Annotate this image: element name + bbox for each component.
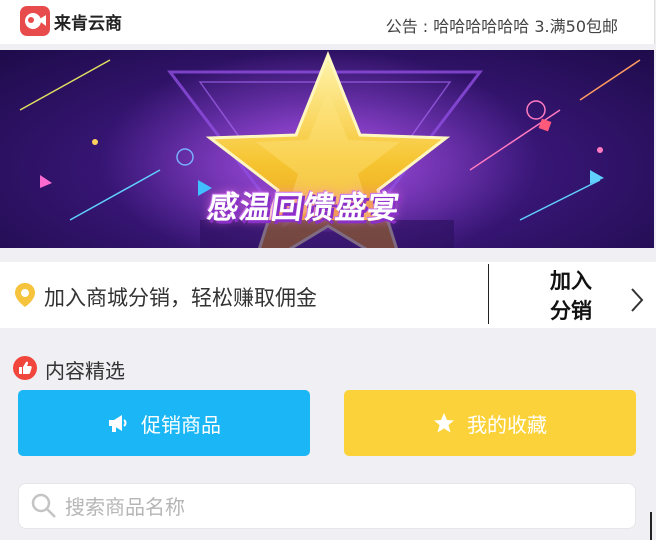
promo-banner[interactable]: 感温回馈盛宴 xyxy=(0,50,654,248)
section-title-curated: 内容精选 xyxy=(45,359,125,383)
search-input[interactable] xyxy=(63,484,627,530)
app-logo-icon xyxy=(20,6,50,36)
join-label-line2: 分销 xyxy=(550,299,592,323)
scroll-edge-marker xyxy=(650,512,652,540)
promotion-products-label: 促销商品 xyxy=(141,412,221,437)
location-pin-icon xyxy=(15,283,35,307)
megaphone-icon xyxy=(109,415,127,432)
star-icon xyxy=(434,413,454,433)
app-name: 来肯云商 xyxy=(54,14,122,34)
divider xyxy=(488,264,489,324)
my-favorites-label: 我的收藏 xyxy=(467,412,547,437)
banner-title: 感温回馈盛宴 xyxy=(204,190,403,226)
join-label-line1: 加入 xyxy=(550,269,592,293)
top-bar: 来肯云商 公告 : 哈哈哈哈哈哈 3.满50包邮 xyxy=(0,0,655,44)
promotion-products-button[interactable]: 促销商品 xyxy=(18,390,310,456)
join-distribution-button[interactable]: 加入 分销 xyxy=(540,266,602,326)
my-favorites-button[interactable]: 我的收藏 xyxy=(344,390,636,456)
announcement-text[interactable]: 公告 : 哈哈哈哈哈哈 3.满50包邮 xyxy=(386,13,618,37)
chevron-right-icon[interactable] xyxy=(630,287,644,313)
thumbs-up-icon xyxy=(13,356,37,380)
search-icon xyxy=(31,493,56,518)
distribution-promo-text: 加入商城分销，轻松赚取佣金 xyxy=(44,286,317,310)
distribution-promo-bar[interactable]: 加入商城分销，轻松赚取佣金 加入 分销 xyxy=(0,262,656,328)
search-box[interactable] xyxy=(18,483,636,530)
search-area xyxy=(0,470,654,540)
